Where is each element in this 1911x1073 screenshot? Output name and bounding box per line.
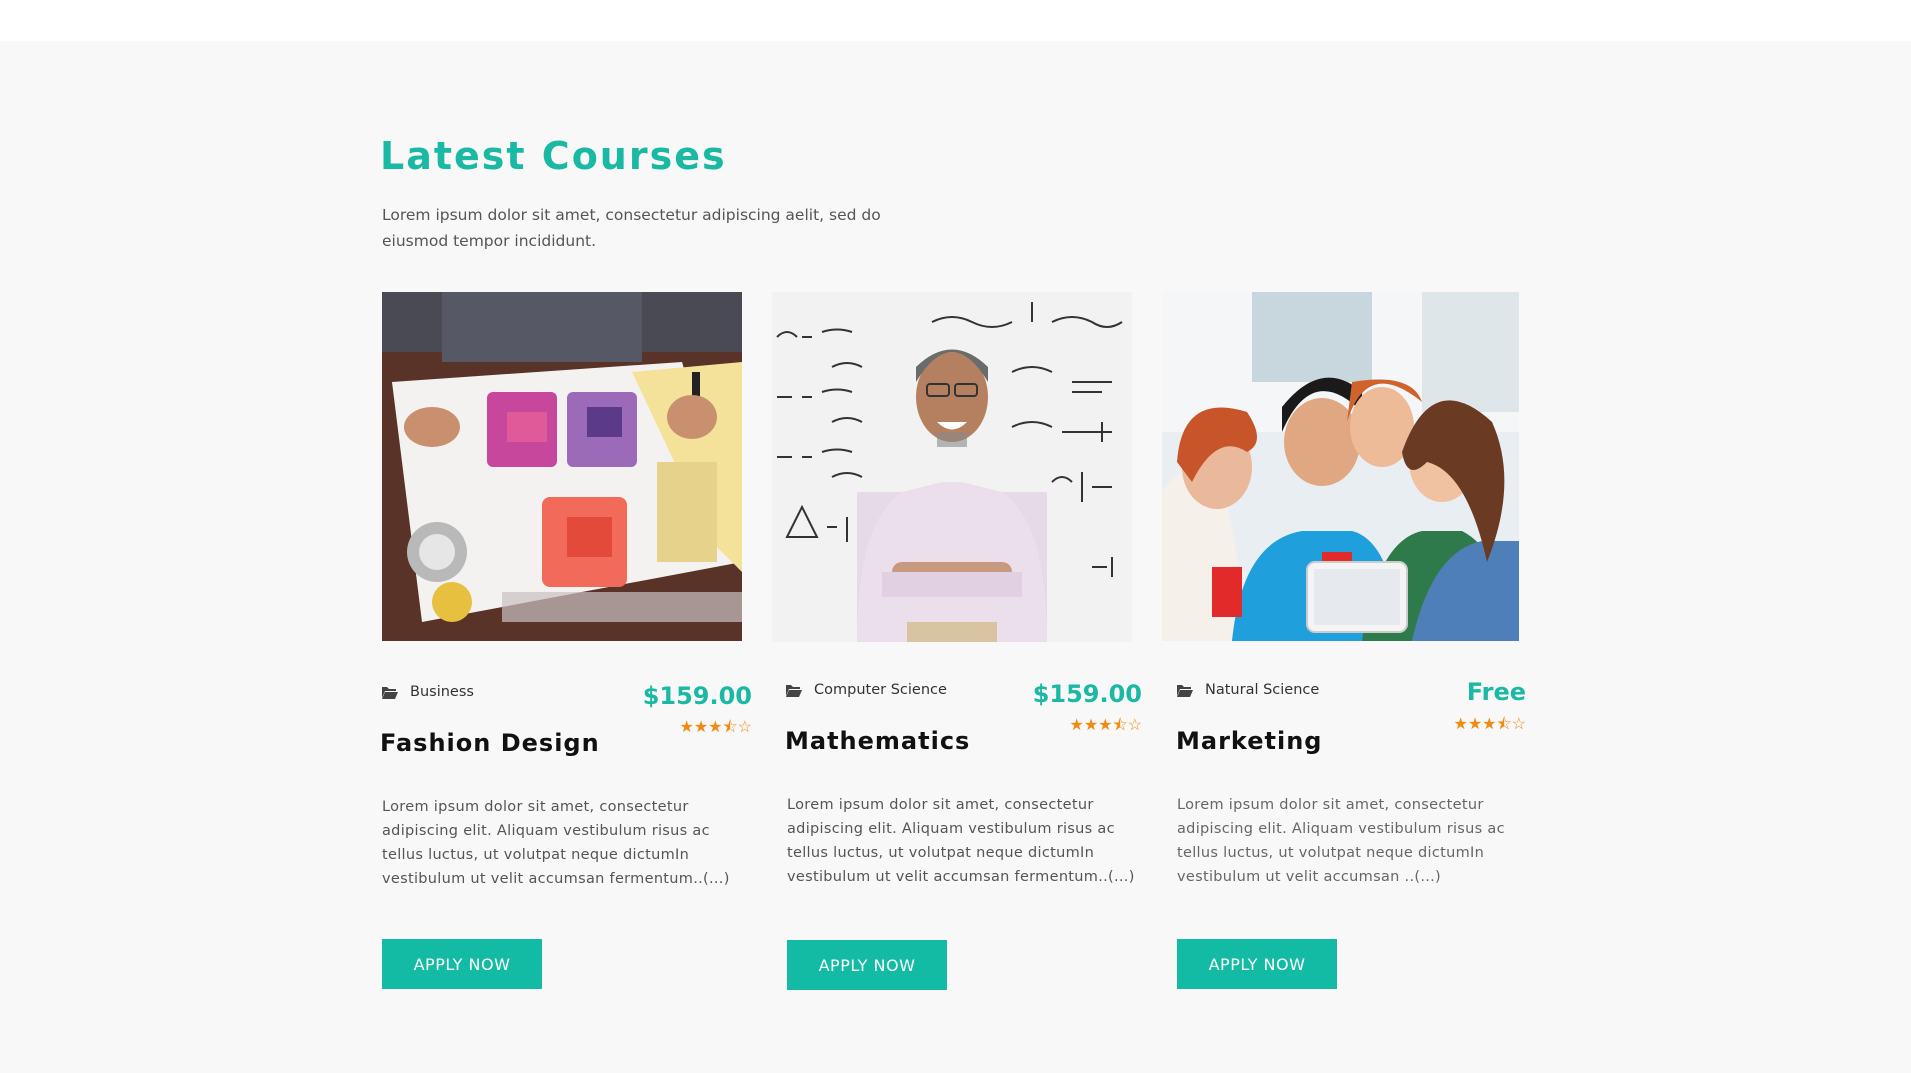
course-title[interactable]: Mathematics: [785, 727, 970, 755]
apply-now-button[interactable]: APPLY NOW: [382, 939, 542, 989]
star-half-icon: ⯪: [1112, 717, 1128, 734]
rating-stars: ★★★⯪☆: [1453, 713, 1526, 740]
star-full-icon: ★: [679, 719, 694, 736]
section-title: Latest Courses: [380, 134, 727, 178]
folder-open-icon: [382, 686, 398, 699]
course-title[interactable]: Fashion Design: [380, 729, 600, 757]
course-card: Computer Science $159.00 ★★★⯪☆ Mathemati…: [772, 292, 1142, 1012]
course-price: $159.00: [642, 682, 752, 710]
course-meta: Natural Science: [1177, 682, 1319, 698]
course-category[interactable]: Natural Science: [1205, 682, 1319, 698]
course-meta: Computer Science: [786, 682, 947, 698]
star-empty-icon: ☆: [1127, 717, 1142, 734]
course-title[interactable]: Marketing: [1176, 727, 1322, 755]
star-full-icon: ★: [1098, 717, 1113, 734]
course-image[interactable]: [772, 292, 1132, 642]
star-full-icon: ★: [1467, 716, 1483, 733]
star-empty-icon: ☆: [737, 719, 752, 736]
course-image[interactable]: [1162, 292, 1519, 641]
course-card: Natural Science Free ★★★⯪☆ Marketing Lor…: [1162, 292, 1532, 1012]
apply-now-button[interactable]: APPLY NOW: [1177, 939, 1337, 989]
course-category[interactable]: Business: [410, 684, 474, 700]
folder-open-icon: [786, 684, 802, 697]
star-full-icon: ★: [693, 719, 709, 736]
rating-stars: ★★★⯪☆: [1069, 714, 1142, 741]
star-full-icon: ★: [1069, 717, 1084, 734]
course-meta: Business: [382, 684, 474, 700]
course-card: Business $159.00 ★★★⯪☆ Fashion Design Lo…: [380, 292, 752, 1012]
folder-open-icon: [1177, 684, 1193, 697]
star-half-icon: ⯪: [722, 719, 738, 736]
course-description: Lorem ipsum dolor sit amet, consectetur …: [382, 799, 730, 887]
apply-now-button[interactable]: APPLY NOW: [787, 940, 947, 990]
star-full-icon: ★: [1083, 717, 1099, 734]
star-empty-icon: ☆: [1511, 716, 1526, 733]
top-bar: [0, 0, 1911, 41]
course-price: $159.00: [1032, 680, 1142, 708]
star-full-icon: ★: [708, 719, 723, 736]
course-price: Free: [1466, 678, 1526, 706]
course-description: Lorem ipsum dolor sit amet, consectetur …: [787, 797, 1135, 885]
course-description: Lorem ipsum dolor sit amet, consectetur …: [1177, 797, 1505, 885]
section-description: Lorem ipsum dolor sit amet, consectetur …: [382, 206, 881, 250]
star-full-icon: ★: [1453, 716, 1468, 733]
star-half-icon: ⯪: [1496, 716, 1512, 733]
rating-stars: ★★★⯪☆: [679, 716, 752, 743]
course-category[interactable]: Computer Science: [814, 682, 947, 698]
star-full-icon: ★: [1482, 716, 1497, 733]
course-image[interactable]: [382, 292, 742, 641]
